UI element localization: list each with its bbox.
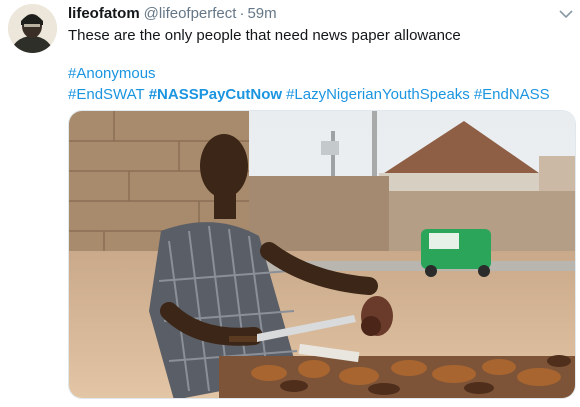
tweet-text: These are the only people that need news… <box>68 27 461 44</box>
display-name[interactable]: lifeofatom <box>68 5 140 22</box>
tweet-header: lifeofatom @lifeofperfect · 59m <box>68 5 277 22</box>
tweet: lifeofatom @lifeofperfect · 59m These are t… <box>0 0 580 407</box>
avatar[interactable] <box>8 4 57 53</box>
user-handle[interactable]: @lifeofperfect <box>144 5 237 22</box>
hashtag-block: #Anonymous #EndSWAT #NASSPayCutNow #LazyNi… <box>68 63 550 105</box>
chevron-down-icon[interactable] <box>559 6 573 19</box>
hashtag-link[interactable]: #LazyNigerianYouthSpeaks <box>286 86 470 103</box>
hashtag-link[interactable]: #Anonymous <box>68 65 156 82</box>
tweet-photo[interactable] <box>68 110 576 399</box>
hashtag-link[interactable]: #NASSPayCutNow <box>149 86 282 103</box>
hashtag-line-2: #EndSWAT #NASSPayCutNow #LazyNigerianYouth… <box>68 84 550 105</box>
hashtag-line-1: #Anonymous <box>68 63 550 84</box>
tweet-timestamp[interactable]: 59m <box>247 5 276 22</box>
separator-dot: · <box>239 5 245 22</box>
hashtag-link[interactable]: #EndNASS <box>474 86 550 103</box>
hashtag-link[interactable]: #EndSWAT <box>68 86 145 103</box>
